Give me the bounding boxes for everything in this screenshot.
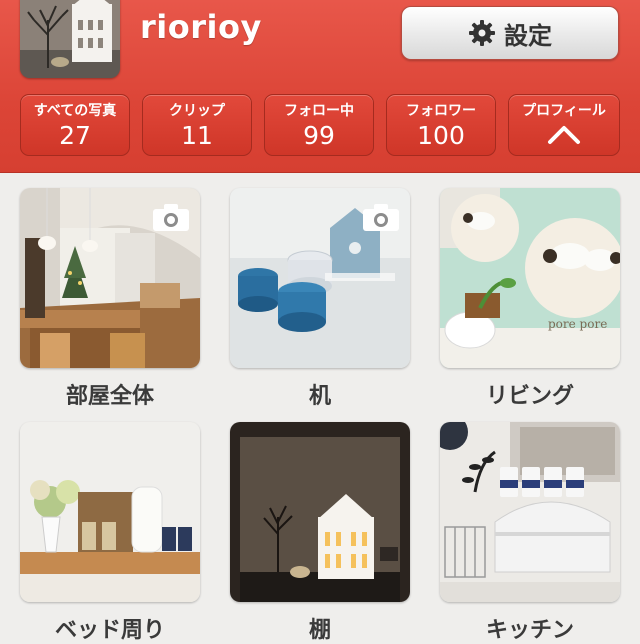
photo-thumbnail[interactable] [20, 422, 200, 602]
photo-thumbnail[interactable]: pore pore [440, 188, 620, 368]
stats-bar: すべての写真 27 クリップ 11 フォロー中 99 フォロワー 100 プロフ… [20, 94, 620, 156]
stat-label: フォロー中 [284, 103, 354, 119]
gear-icon [469, 20, 495, 46]
stat-following[interactable]: フォロー中 99 [264, 94, 374, 156]
photo-thumbnail[interactable] [230, 188, 410, 368]
stat-value: 27 [59, 121, 91, 150]
photo-caption: 机 [308, 384, 331, 409]
settings-button[interactable]: 設定 [401, 6, 619, 60]
stat-label: すべての写真 [33, 103, 117, 119]
photo-caption: キッチン [485, 618, 574, 643]
photo-caption: 部屋全体 [65, 384, 154, 409]
stat-all-photos[interactable]: すべての写真 27 [20, 94, 130, 156]
avatar[interactable] [20, 0, 120, 78]
chevron-up-icon [548, 126, 580, 144]
photo-thumbnail[interactable] [20, 188, 200, 368]
stat-label: フォロワー [406, 103, 476, 119]
stat-value: 99 [303, 121, 335, 150]
stat-value: 100 [417, 121, 465, 150]
camera-icon [153, 204, 189, 231]
username: riorioy [140, 8, 262, 46]
stat-profile[interactable]: プロフィール [508, 94, 620, 156]
settings-label: 設定 [504, 21, 552, 50]
camera-icon [363, 204, 399, 231]
stat-value: 11 [181, 121, 213, 150]
photo-caption: 棚 [308, 618, 331, 643]
profile-header: riorioy 設定 すべての写真 27 クリップ 11 フォロー中 99 フォ… [0, 0, 640, 173]
photo-overlay-text: pore pore [548, 317, 607, 331]
photo-thumbnail[interactable] [440, 422, 620, 602]
photo-caption: リビング [485, 384, 574, 409]
stat-label: クリップ [169, 103, 225, 119]
photo-thumbnail[interactable] [230, 422, 410, 602]
stat-clips[interactable]: クリップ 11 [142, 94, 252, 156]
stat-followers[interactable]: フォロワー 100 [386, 94, 496, 156]
stat-label: プロフィール [522, 103, 606, 119]
photo-caption: ベッド周り [54, 618, 165, 643]
